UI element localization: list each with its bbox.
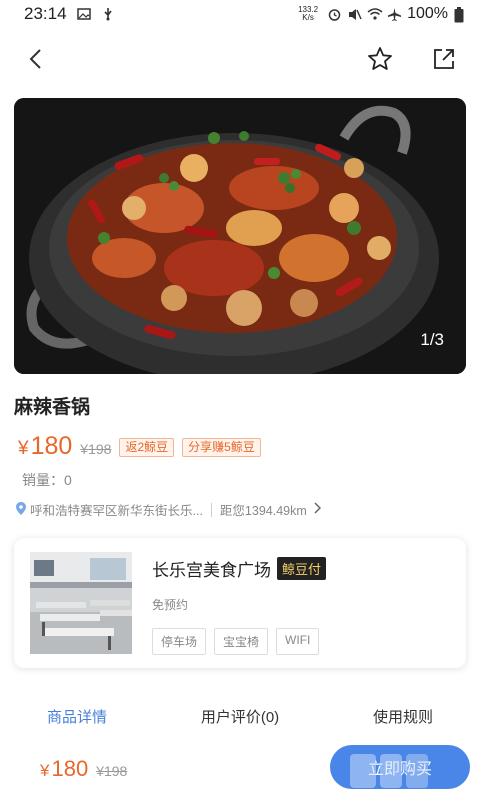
buy-now-button[interactable]: 立即购买 (330, 745, 470, 789)
store-address: 呼和浩特赛罕区新华东街长乐... (30, 504, 203, 518)
top-nav (0, 36, 480, 86)
back-button[interactable] (18, 43, 54, 79)
tab-user-reviews[interactable]: 用户评价(0) (193, 702, 287, 731)
bottom-original-price: ¥198 (96, 763, 128, 779)
airplane-icon (387, 7, 402, 21)
mute-icon (347, 7, 362, 21)
distance: 距您1394.49km (219, 504, 307, 518)
return-beans-tag: 返2鲸豆 (119, 438, 175, 457)
detail-tabs: 商品详情 用户评价(0) 使用规则 (0, 702, 480, 731)
store-card[interactable]: 长乐宫美食广场 鲸豆付 免预约 停车场 宝宝椅 WIFI (14, 538, 466, 668)
share-reward-tag: 分享赚5鲸豆 (182, 438, 261, 457)
chevron-left-icon (26, 47, 46, 76)
sales-label: 销量： (22, 472, 64, 488)
usb-icon (101, 7, 115, 21)
store-name: 长乐宫美食广场 (152, 561, 271, 580)
address-row[interactable]: 呼和浩特赛罕区新华东街长乐... 距您1394.49km (16, 500, 466, 519)
sales-count: 销量：0 (22, 470, 72, 490)
store-name-row: 长乐宫美食广场 鲸豆付 (152, 556, 327, 581)
pay-badge: 鲸豆付 (277, 557, 327, 580)
star-icon (367, 46, 393, 77)
net-speed: 133.2 K/s (298, 5, 319, 22)
bottom-price: ¥ 180 ¥198 (40, 756, 127, 782)
price-row: ¥ 180 ¥198 返2鲸豆 分享赚5鲸豆 (18, 432, 261, 461)
share-icon (432, 47, 456, 76)
product-title: 麻辣香锅 (14, 397, 91, 418)
chevron-right-icon (313, 502, 321, 517)
product-photo (14, 98, 466, 374)
price-value: 180 (30, 432, 73, 460)
facility-wifi: WIFI (276, 628, 320, 655)
status-time: 23:14 (24, 4, 67, 23)
store-subtitle: 免预约 (152, 598, 189, 612)
divider (210, 502, 212, 517)
location-pin-icon (16, 501, 26, 518)
facility-parking: 停车场 (152, 628, 207, 655)
status-bar: 23:14 133.2 K/s 100% (0, 0, 480, 28)
sales-value: 0 (64, 472, 72, 488)
image-counter: 1/3 (420, 330, 444, 349)
favorite-button[interactable] (362, 43, 398, 79)
battery-percent: 100% (407, 5, 448, 22)
tab-product-details[interactable]: 商品详情 (39, 702, 115, 731)
image-icon (76, 7, 91, 21)
product-image-carousel[interactable]: 1/3 (14, 98, 466, 374)
battery-icon (454, 7, 468, 23)
facility-baby-chair: 宝宝椅 (214, 628, 269, 655)
bottom-price-currency: ¥ (40, 761, 50, 780)
share-button[interactable] (426, 43, 462, 79)
bottom-price-value: 180 (51, 756, 89, 781)
tab-usage-rules[interactable]: 使用规则 (365, 702, 441, 731)
original-price: ¥198 (80, 441, 112, 457)
facility-tags: 停车场 宝宝椅 WIFI (152, 628, 320, 655)
store-photo (30, 552, 132, 654)
wifi-icon (367, 7, 383, 21)
price-currency: ¥ (18, 438, 29, 459)
alarm-icon (327, 7, 341, 21)
